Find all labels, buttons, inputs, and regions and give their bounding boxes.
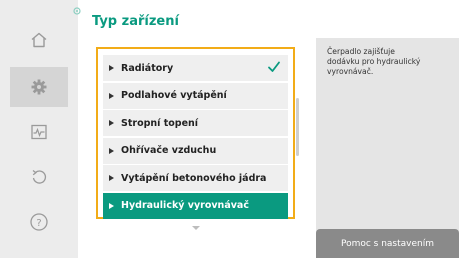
setup-help-button[interactable]: Pomoc s nastavením (316, 229, 459, 258)
triangle-right-icon (109, 65, 114, 71)
scrollbar[interactable] (296, 98, 299, 156)
list-item-underfloor-heating[interactable]: Podlahové vytápění (103, 82, 288, 109)
list-item-concrete-core[interactable]: Vytápění betonového jádra (103, 165, 288, 191)
list-item-label: Podlahové vytápění (121, 90, 227, 101)
page-title: Typ zařízení (92, 14, 179, 29)
list-item-label: Vytápění betonového jádra (121, 172, 267, 184)
nav-diagnostics-button[interactable] (10, 112, 68, 152)
list-item-label: Ohřívače vzduchu (121, 145, 217, 156)
triangle-right-icon (109, 92, 114, 99)
help-panel: Čerpadlo zajišťuje dodávku pro hydraulic… (316, 38, 459, 258)
help-text: Čerpadlo zajišťuje dodávku pro hydraulic… (327, 47, 421, 76)
triangle-right-icon (109, 175, 114, 181)
sidebar: ? (0, 0, 78, 258)
gear-icon (73, 7, 81, 15)
gear-icon (31, 79, 47, 95)
list-item-hydraulic-separator[interactable]: Hydraulický vyrovnávač (103, 192, 288, 219)
nav-help-button[interactable]: ? (10, 202, 68, 242)
home-icon (31, 32, 47, 48)
diagnostics-icon (31, 124, 47, 140)
list-item-label: Hydraulický vyrovnávač (121, 200, 249, 211)
list-item-air-heaters[interactable]: Ohřívače vzduchu (103, 137, 288, 164)
triangle-right-icon (109, 120, 114, 126)
checkmark-icon (268, 61, 280, 72)
triangle-right-icon (109, 202, 114, 209)
list: Radiátory Podlahové vytápění Stropní top… (103, 55, 288, 220)
system-type-list: Radiátory Podlahové vytápění Stropní top… (96, 47, 295, 219)
list-item-label: Stropní topení (121, 117, 199, 129)
list-item-radiators[interactable]: Radiátory (103, 55, 288, 81)
chevron-down-icon (192, 226, 200, 230)
list-item-label: Radiátory (121, 62, 174, 74)
undo-icon (32, 169, 47, 184)
help-icon: ? (30, 213, 48, 231)
svg-text:?: ? (36, 218, 41, 229)
triangle-right-icon (109, 147, 114, 154)
screen: ? Typ zařízení Radiátory Podlahové vytáp… (0, 0, 459, 258)
main-panel: Typ zařízení Radiátory Podlahové vytápěn… (73, 0, 315, 258)
list-item-ceiling-heating[interactable]: Stropní topení (103, 110, 288, 136)
nav-settings-button[interactable] (10, 67, 68, 107)
nav-home-button[interactable] (10, 20, 68, 60)
nav-back-button[interactable] (10, 157, 68, 197)
